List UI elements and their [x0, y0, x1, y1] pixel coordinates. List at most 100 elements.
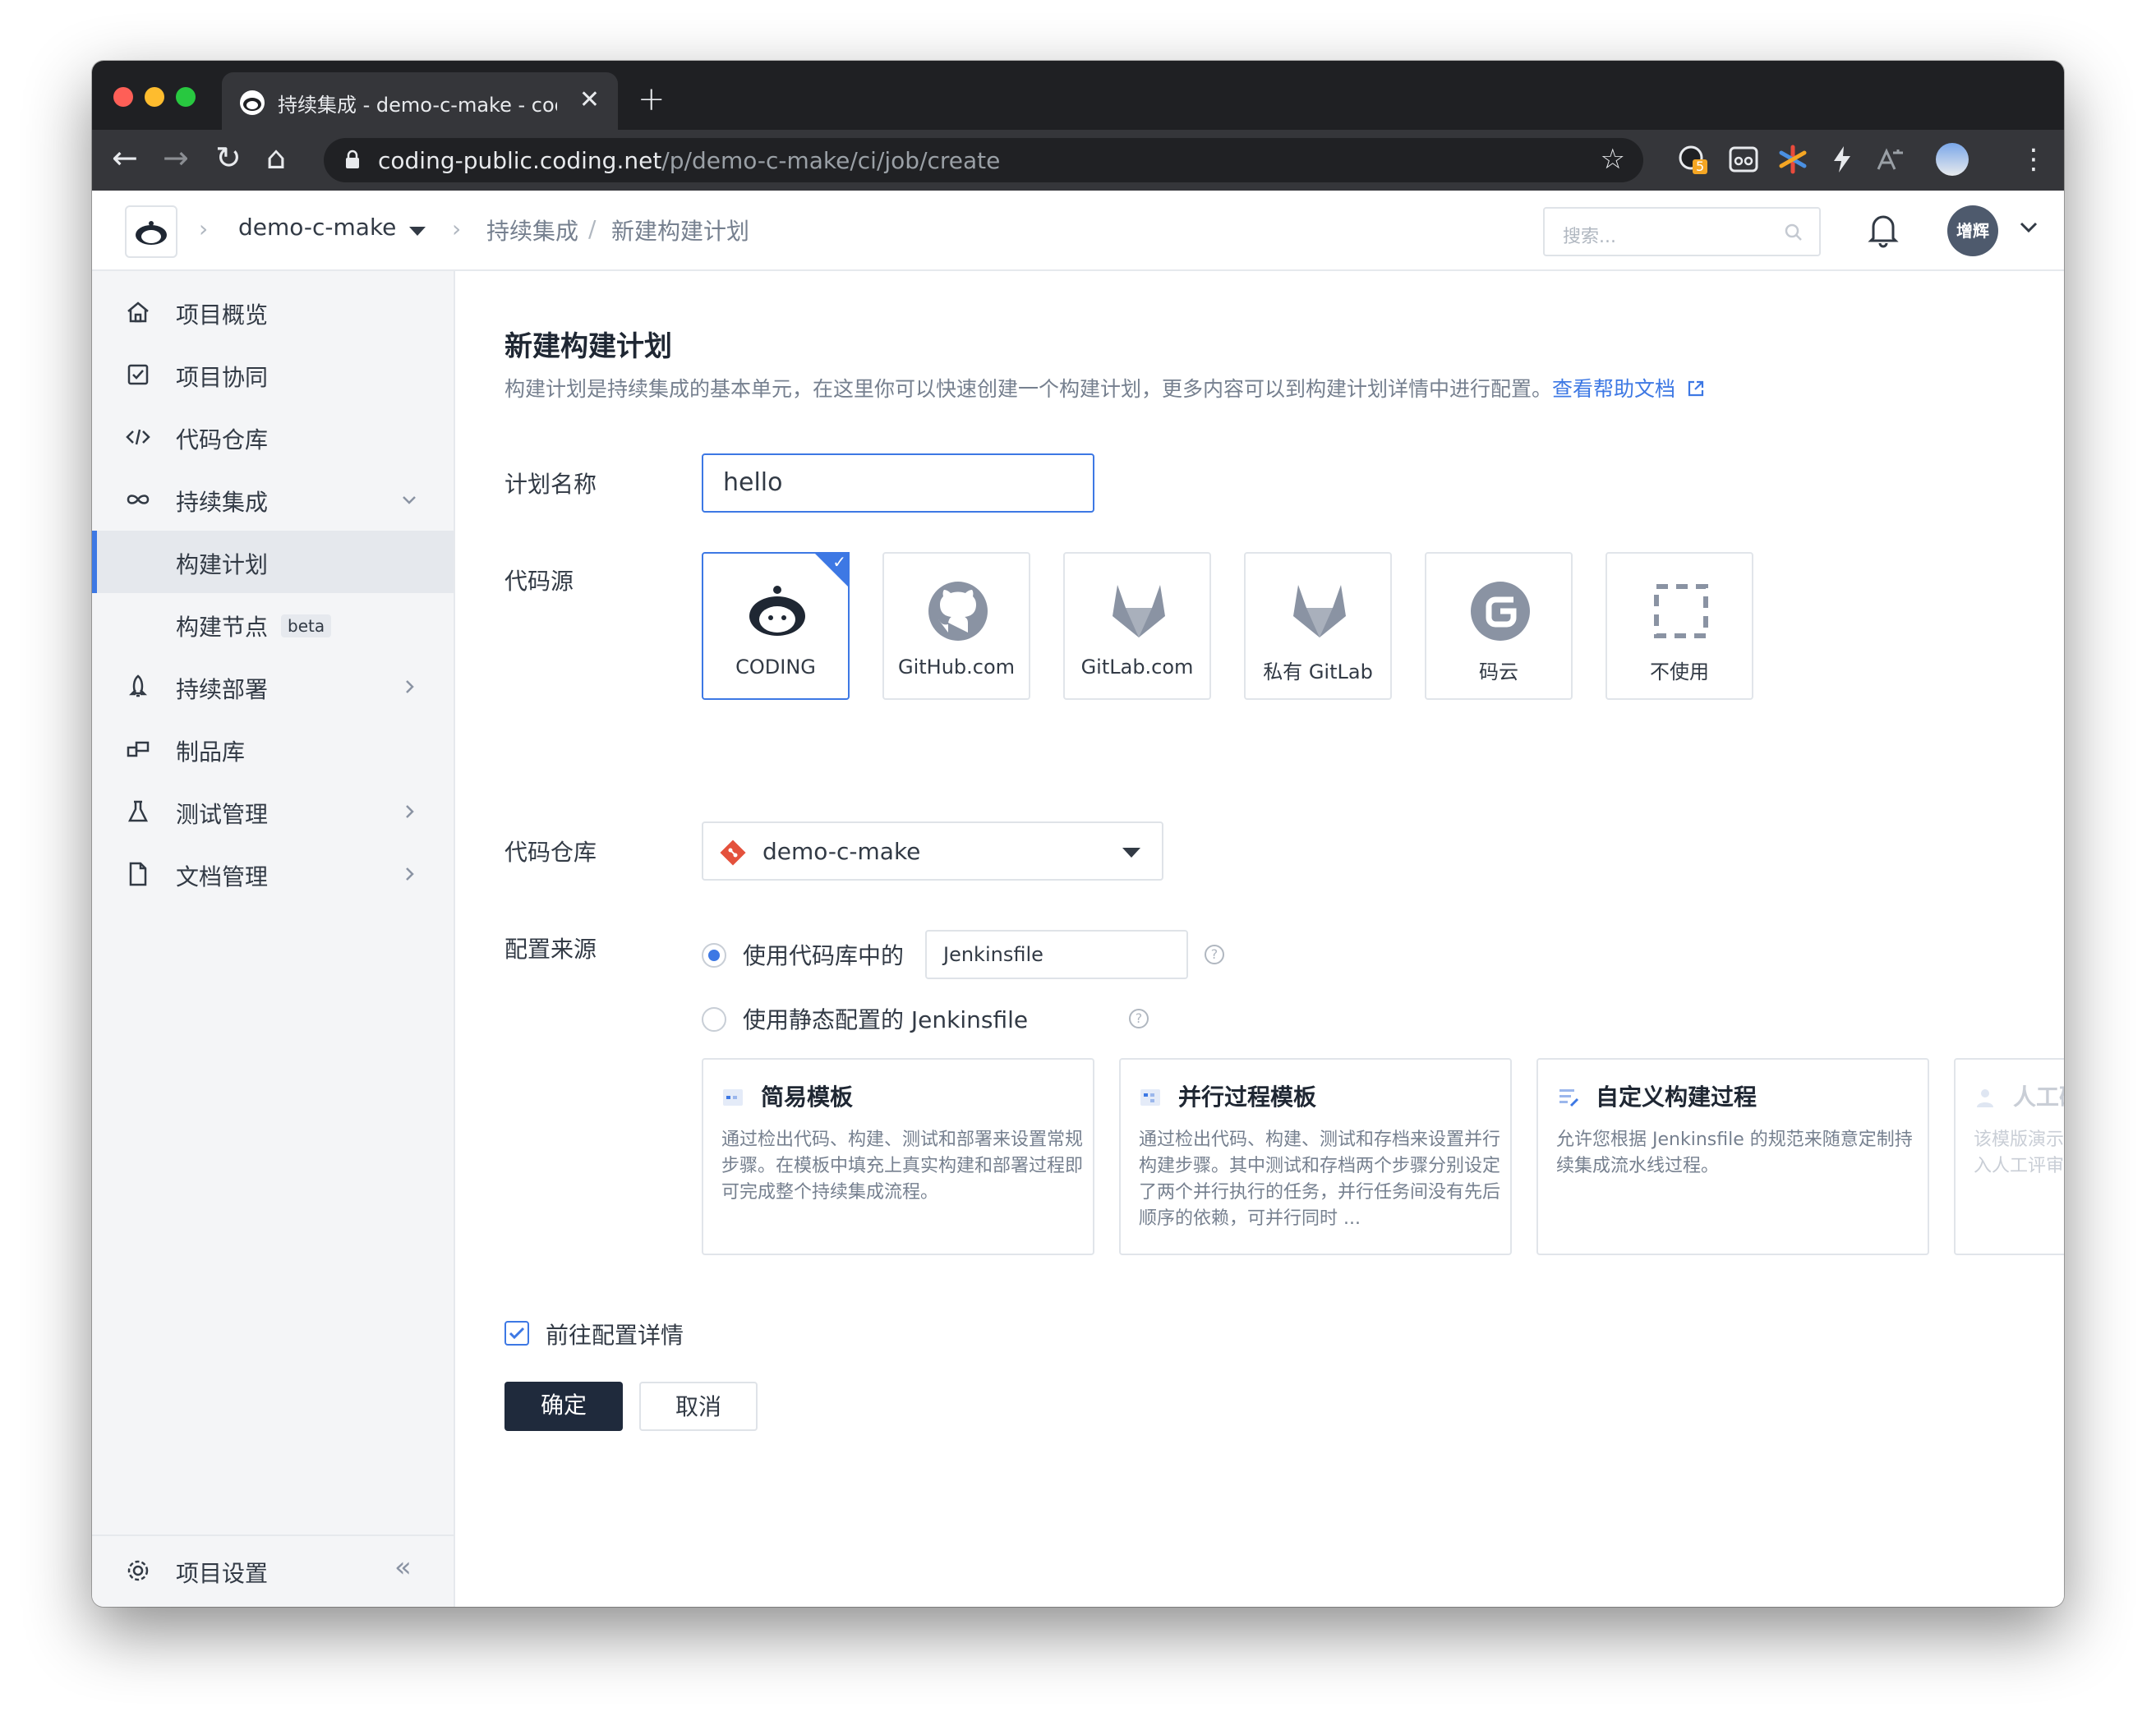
gitlab-icon	[1113, 585, 1165, 637]
new-tab-icon[interactable]: +	[638, 81, 666, 118]
coding-logo-icon	[749, 586, 805, 636]
sidebar-item-testing[interactable]: 测试管理	[92, 780, 454, 843]
chevron-right-icon	[406, 805, 414, 818]
config-radio-repo[interactable]	[702, 943, 726, 968]
template-description: 通过检出代码、构建、测试和部署来设置常规步骤。在模板中填充上真实构建和部署过程即…	[721, 1130, 1084, 1203]
home-icon	[127, 301, 149, 323]
extension-badge-icon[interactable]: 5	[1678, 145, 1707, 174]
asterisk-extension-icon[interactable]	[1778, 145, 1808, 174]
minimize-window-button[interactable]	[145, 87, 164, 107]
sidebar-item-label: 测试管理	[176, 801, 269, 828]
translate-extension-icon[interactable]	[1875, 145, 1905, 174]
sidebar-item-overview[interactable]: 项目概览	[92, 281, 454, 343]
confirm-button[interactable]: 确定	[504, 1382, 623, 1431]
git-icon	[720, 840, 746, 866]
template-description: 允许您根据 Jenkinsfile 的规范来随意定制持续集成流水线过程。	[1556, 1130, 1913, 1176]
source-card-private-gitlab[interactable]: 私有 GitLab	[1244, 552, 1392, 700]
maximize-window-button[interactable]	[176, 87, 196, 107]
chevron-down-icon[interactable]	[2018, 217, 2039, 238]
cancel-button[interactable]: 取消	[639, 1382, 758, 1431]
gitee-icon	[1471, 582, 1530, 641]
page-description: 构建计划是持续集成的基本单元，在这里你可以快速创建一个构建计划，更多内容可以到构…	[504, 373, 1705, 403]
config-radio-static[interactable]	[702, 1007, 726, 1032]
back-icon[interactable]: ←	[112, 140, 138, 176]
page-title: 新建构建计划	[504, 330, 672, 363]
user-avatar[interactable]: 增辉	[1947, 205, 1998, 256]
page-description-text: 构建计划是持续集成的基本单元，在这里你可以快速创建一个构建计划，更多内容可以到构…	[504, 377, 1553, 401]
sidebar-item-label: 持续部署	[176, 676, 269, 703]
lightning-extension-icon[interactable]	[1827, 145, 1857, 174]
collapse-sidebar-icon[interactable]: «	[394, 1551, 412, 1584]
sidebar-item-ci[interactable]: 持续集成	[92, 468, 454, 531]
source-label: 不使用	[1650, 660, 1709, 683]
sidebar-item-collaboration[interactable]: 项目协同	[92, 343, 454, 406]
plan-name-input[interactable]: hello	[702, 453, 1094, 513]
close-window-button[interactable]	[113, 87, 133, 107]
source-card-github[interactable]: GitHub.com	[882, 552, 1030, 700]
template-card-parallel[interactable]: 并行过程模板 通过检出代码、构建、测试和存档来设置并行构建步骤。其中测试和存档两…	[1119, 1058, 1512, 1255]
sidebar-item-artifacts[interactable]: 制品库	[92, 718, 454, 780]
code-icon	[126, 429, 150, 445]
checkbox-icon	[127, 364, 149, 385]
coding-logo-icon[interactable]	[125, 205, 177, 258]
template-card-simple[interactable]: 简易模板 通过检出代码、构建、测试和部署来设置常规步骤。在模板中填充上真实构建和…	[702, 1058, 1094, 1255]
sidebar-item-label: 构建计划	[176, 551, 269, 578]
search-input[interactable]: 搜索...	[1543, 207, 1821, 256]
check-icon	[509, 1327, 525, 1340]
parallel-template-icon	[1140, 1089, 1160, 1106]
custom-template-icon	[1559, 1089, 1579, 1107]
rocket-icon	[128, 674, 148, 697]
bookmark-star-icon[interactable]: ☆	[1601, 143, 1625, 176]
package-icon	[127, 741, 150, 757]
source-card-gitlab[interactable]: GitLab.com	[1063, 552, 1211, 700]
coding-favicon-icon	[240, 90, 265, 115]
plan-name-label: 计划名称	[504, 471, 597, 498]
sidebar-item-docs[interactable]: 文档管理	[92, 843, 454, 905]
sidebar-item-label: 代码仓库	[176, 426, 269, 453]
help-icon[interactable]: ?	[1129, 1009, 1149, 1028]
browser-tab[interactable]: 持续集成 - demo-c-make - coding ✕	[222, 72, 618, 130]
browser-menu-icon[interactable]: ⋮	[2020, 143, 2048, 176]
source-card-coding[interactable]: ✓ CODING	[702, 552, 850, 700]
sidebar-item-build-nodes[interactable]: 构建节点 beta	[92, 593, 454, 656]
external-link-icon[interactable]	[1687, 380, 1705, 398]
profile-avatar-icon[interactable]	[1936, 143, 1969, 176]
goto-config-label: 前往配置详情	[546, 1322, 684, 1349]
github-icon	[928, 582, 988, 641]
sidebar-item-label: 持续集成	[176, 489, 269, 516]
template-title: 自定义构建过程	[1596, 1084, 1758, 1111]
sidebar-item-code-repo[interactable]: 代码仓库	[92, 406, 454, 468]
reader-extension-icon[interactable]	[1729, 145, 1758, 174]
source-card-none[interactable]: 不使用	[1605, 552, 1753, 700]
address-bar[interactable]: coding-public.coding.net/p/demo-c-make/c…	[324, 138, 1643, 182]
sidebar-item-cd[interactable]: 持续部署	[92, 656, 454, 718]
project-dropdown-icon[interactable]	[409, 227, 426, 236]
sidebar-item-label: 制品库	[176, 738, 246, 766]
help-icon[interactable]: ?	[1205, 945, 1224, 964]
template-card-manual-review[interactable]: 人工确 该模版演示入人工评审	[1954, 1058, 2064, 1255]
check-icon: ✓	[832, 552, 846, 572]
search-icon	[1785, 223, 1802, 241]
source-label: 码云	[1479, 660, 1518, 683]
help-doc-link[interactable]: 查看帮助文档	[1552, 377, 1675, 401]
lock-icon	[346, 150, 359, 168]
source-card-gitee[interactable]: 码云	[1425, 552, 1573, 700]
tab-close-icon[interactable]: ✕	[579, 85, 600, 114]
home-button-icon[interactable]: ⌂	[266, 140, 286, 176]
browser-window: 持续集成 - demo-c-make - coding ✕ + ← → ↻ ⌂ …	[92, 61, 2064, 1607]
source-label: CODING	[735, 656, 816, 679]
repo-select[interactable]: demo-c-make	[702, 821, 1163, 881]
reload-icon[interactable]: ↻	[215, 140, 242, 176]
forward-icon[interactable]: →	[163, 140, 189, 176]
goto-config-checkbox[interactable]	[504, 1321, 529, 1346]
jenkinsfile-path-input[interactable]: Jenkinsfile	[925, 930, 1188, 979]
chevron-right-icon	[406, 867, 414, 881]
breadcrumb-section[interactable]: 持续集成	[486, 214, 578, 246]
template-card-custom[interactable]: 自定义构建过程 允许您根据 Jenkinsfile 的规范来随意定制持续集成流水…	[1536, 1058, 1929, 1255]
breadcrumb-separator-icon: ›	[452, 215, 462, 242]
search-placeholder: 搜索...	[1563, 227, 1616, 247]
sidebar-item-build-plans[interactable]: 构建计划	[92, 531, 454, 593]
sidebar-item-label: 文档管理	[176, 863, 269, 890]
notification-bell-icon[interactable]	[1867, 212, 1900, 248]
project-switcher[interactable]: demo-c-make	[238, 214, 396, 241]
